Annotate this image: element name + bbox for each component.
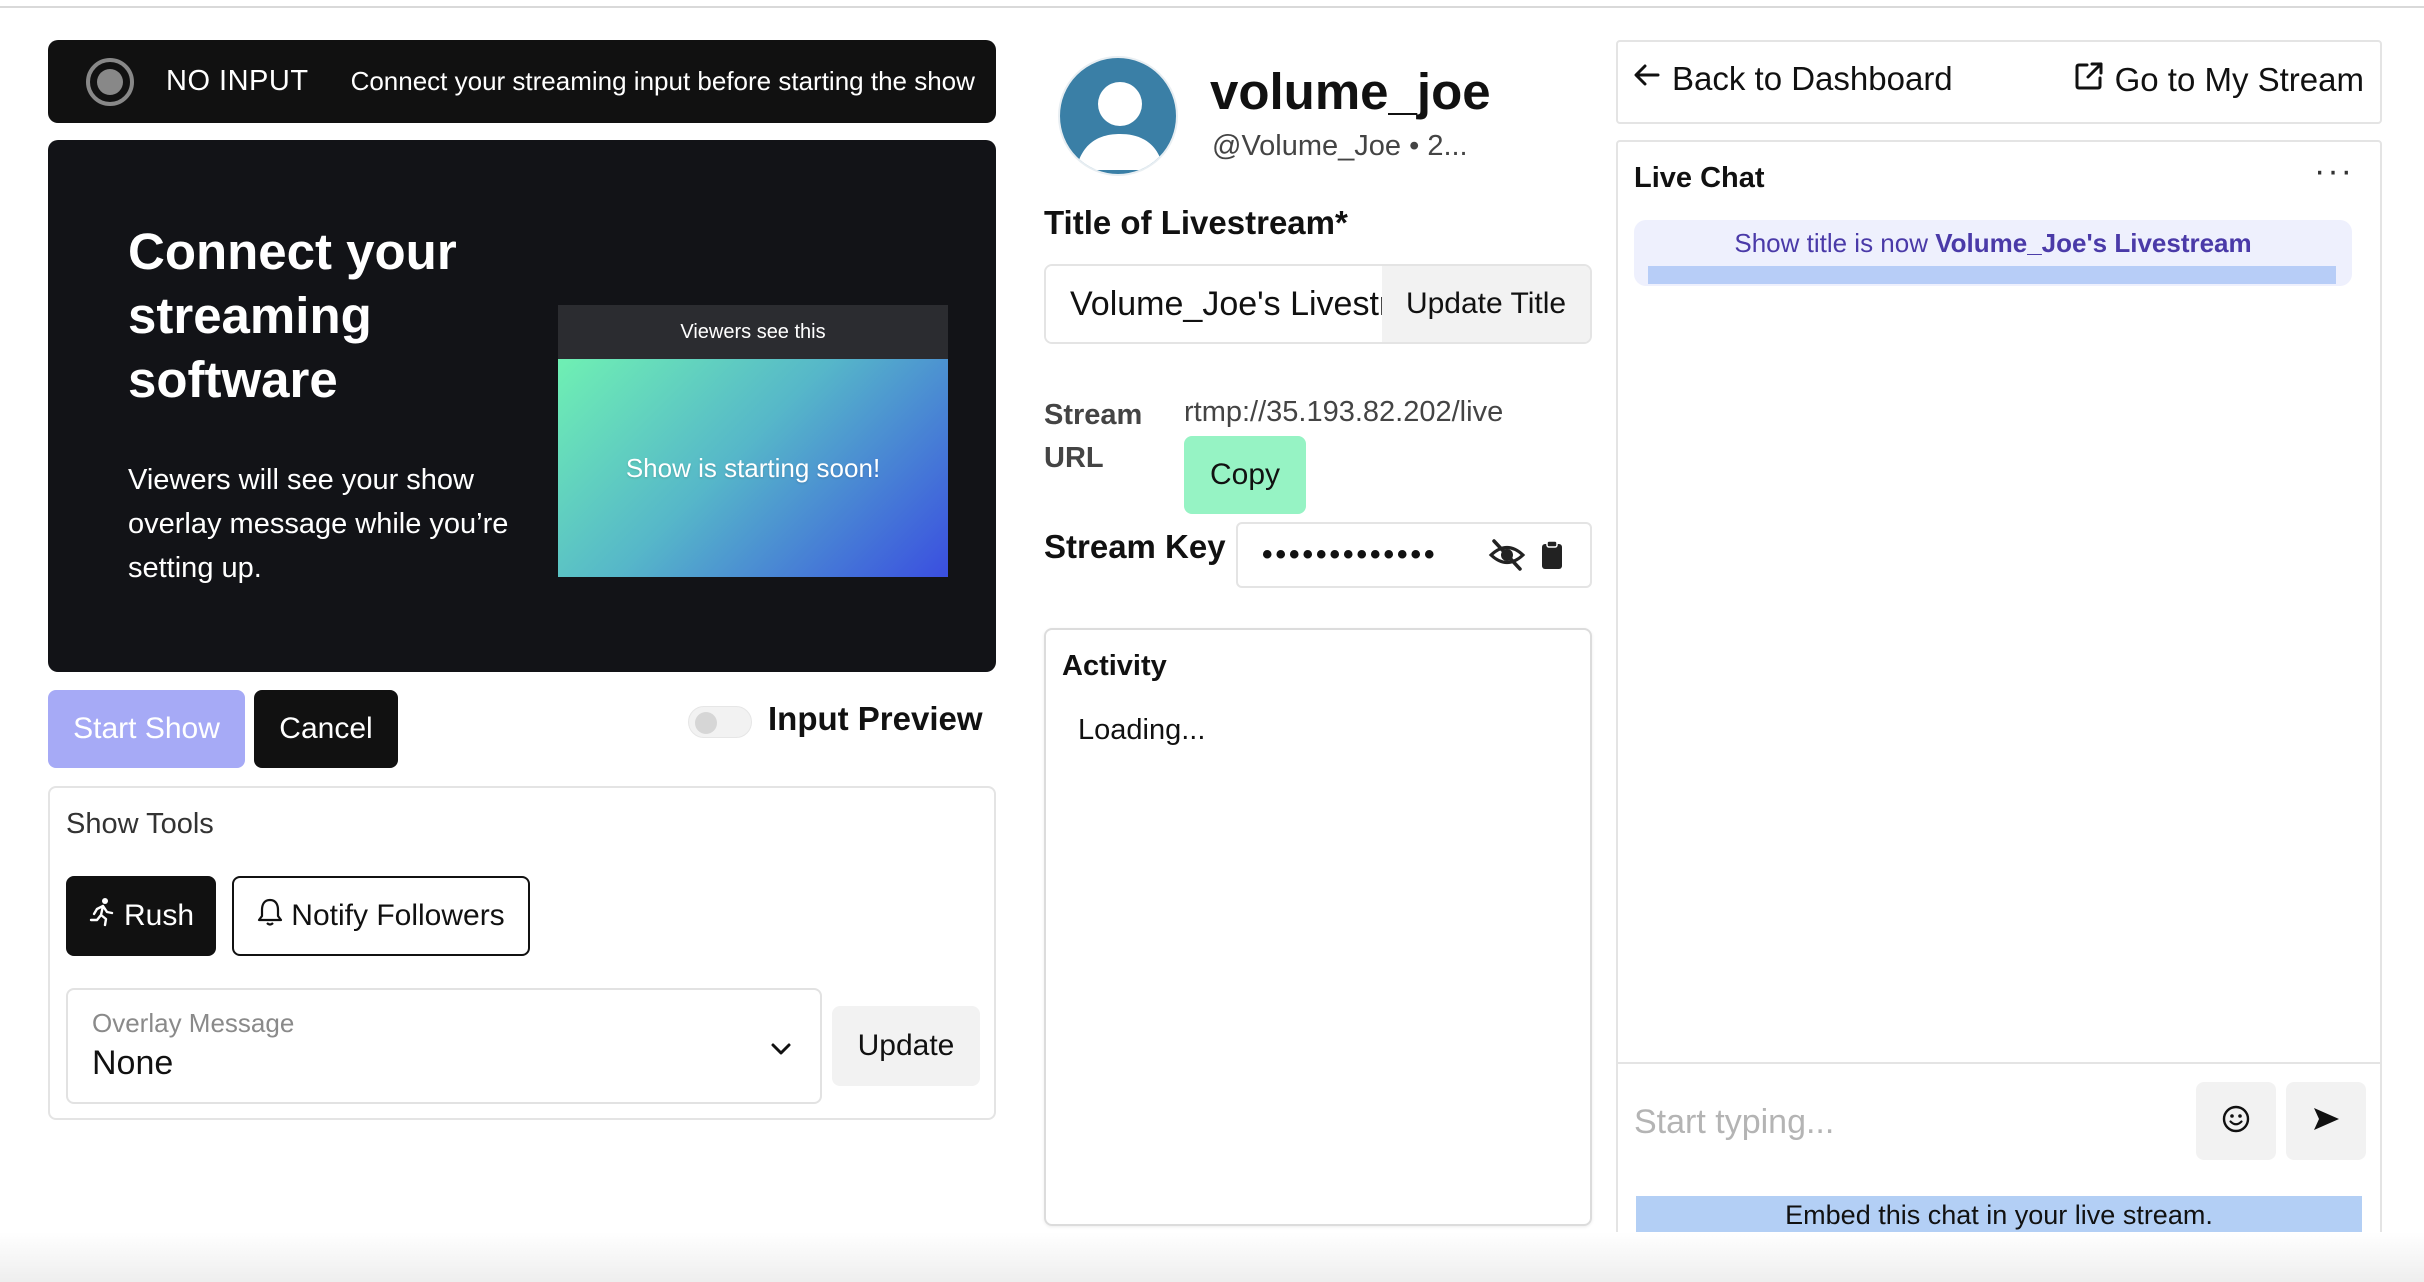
viewer-preview-header: Viewers see this xyxy=(558,305,948,359)
status-label: NO INPUT xyxy=(166,65,309,97)
running-person-icon xyxy=(88,897,116,935)
back-label: Back to Dashboard xyxy=(1672,60,1953,97)
copy-url-button[interactable]: Copy xyxy=(1184,436,1306,514)
emoji-button[interactable] xyxy=(2196,1082,2276,1160)
chevron-down-icon xyxy=(766,1034,796,1064)
chat-message-input[interactable] xyxy=(1634,1092,2174,1152)
stream-nav-bar: Back to Dashboard Go to My Stream xyxy=(1616,40,2382,124)
back-to-dashboard-link[interactable]: Back to Dashboard xyxy=(1632,60,1953,98)
stream-url-value: rtmp://35.193.82.202/live xyxy=(1184,396,1504,428)
status-message: Connect your streaming input before star… xyxy=(350,66,975,96)
top-border xyxy=(0,0,2424,8)
connect-description: Viewers will see your show overlay messa… xyxy=(128,464,509,584)
show-tools-card: Show Tools Rush Notify Followers Overlay… xyxy=(48,786,996,1120)
profile-name: volume_joe xyxy=(1210,63,1491,120)
connect-panel: Connect your streaming software Viewers … xyxy=(48,140,996,672)
notify-label: Notify Followers xyxy=(291,899,505,932)
activity-status: Loading... xyxy=(1078,714,1206,746)
viewer-preview-message: Show is starting soon! xyxy=(558,359,948,577)
live-chat-title: Live Chat xyxy=(1634,162,1765,194)
stream-title-group: Update Title xyxy=(1044,264,1592,344)
external-link-icon xyxy=(2073,60,2105,100)
send-icon xyxy=(2311,1104,2341,1139)
record-icon xyxy=(84,56,136,108)
overlay-message-label: Overlay Message xyxy=(92,1008,295,1038)
update-title-button[interactable]: Update Title xyxy=(1382,266,1590,342)
show-tools-title: Show Tools xyxy=(66,808,214,840)
stream-url-label: Stream URL xyxy=(1044,399,1143,474)
overlay-message-select[interactable]: Overlay Message None xyxy=(66,988,822,1104)
page-bottom xyxy=(0,1232,2424,1282)
stream-title-input[interactable] xyxy=(1046,266,1382,342)
bell-icon xyxy=(257,897,283,935)
stream-title-label: Title of Livestream* xyxy=(1044,204,1348,241)
arrow-left-icon xyxy=(1632,60,1662,98)
live-chat-panel: Live Chat ··· Show title is now Volume_J… xyxy=(1616,140,2382,1240)
stream-key-masked: ••••••••••••• xyxy=(1262,538,1438,571)
chat-divider xyxy=(1618,1062,2380,1064)
start-show-button[interactable]: Start Show xyxy=(48,690,245,768)
rush-button[interactable]: Rush xyxy=(66,876,216,956)
activity-title: Activity xyxy=(1062,650,1167,682)
viewer-preview: Viewers see this Show is starting soon! xyxy=(558,305,948,577)
chat-system-message: Show title is now Volume_Joe's Livestrea… xyxy=(1634,220,2352,286)
stream-key-actions xyxy=(1488,538,1564,577)
clipboard-icon[interactable] xyxy=(1540,539,1564,576)
cancel-button[interactable]: Cancel xyxy=(254,690,398,768)
send-button[interactable] xyxy=(2286,1082,2366,1160)
smiley-icon xyxy=(2221,1104,2251,1139)
update-overlay-button[interactable]: Update xyxy=(832,1006,980,1086)
stream-key-label: Stream Key xyxy=(1044,528,1226,565)
chat-system-prefix: Show title is now xyxy=(1734,228,1936,258)
input-preview-label: Input Preview xyxy=(768,700,983,737)
eye-off-icon[interactable] xyxy=(1488,538,1526,577)
profile-handle: @Volume_Joe • 2... xyxy=(1212,130,1468,162)
rush-label: Rush xyxy=(123,899,195,932)
activity-card: Activity Loading... xyxy=(1044,628,1592,1226)
embed-chat-link[interactable]: Embed this chat in your live stream. xyxy=(1636,1196,2362,1234)
toggle-knob xyxy=(695,712,717,734)
chat-system-text: Show title is now Volume_Joe's Livestrea… xyxy=(1634,228,2352,259)
go-label: Go to My Stream xyxy=(2114,61,2364,98)
connect-title: Connect your streaming software xyxy=(128,223,457,408)
go-to-my-stream-link[interactable]: Go to My Stream xyxy=(2073,60,2364,100)
notify-followers-button[interactable]: Notify Followers xyxy=(232,876,530,956)
input-preview-toggle[interactable] xyxy=(688,706,752,738)
stream-key-field[interactable]: ••••••••••••• xyxy=(1236,522,1592,588)
chat-system-title: Volume_Joe's Livestream xyxy=(1935,228,2252,258)
more-horizontal-icon[interactable]: ··· xyxy=(2314,152,2354,191)
overlay-message-value: None xyxy=(92,1044,174,1082)
avatar xyxy=(1058,56,1178,176)
input-status-banner: NO INPUT Connect your streaming input be… xyxy=(48,40,996,123)
chat-system-highlight xyxy=(1648,266,2336,284)
